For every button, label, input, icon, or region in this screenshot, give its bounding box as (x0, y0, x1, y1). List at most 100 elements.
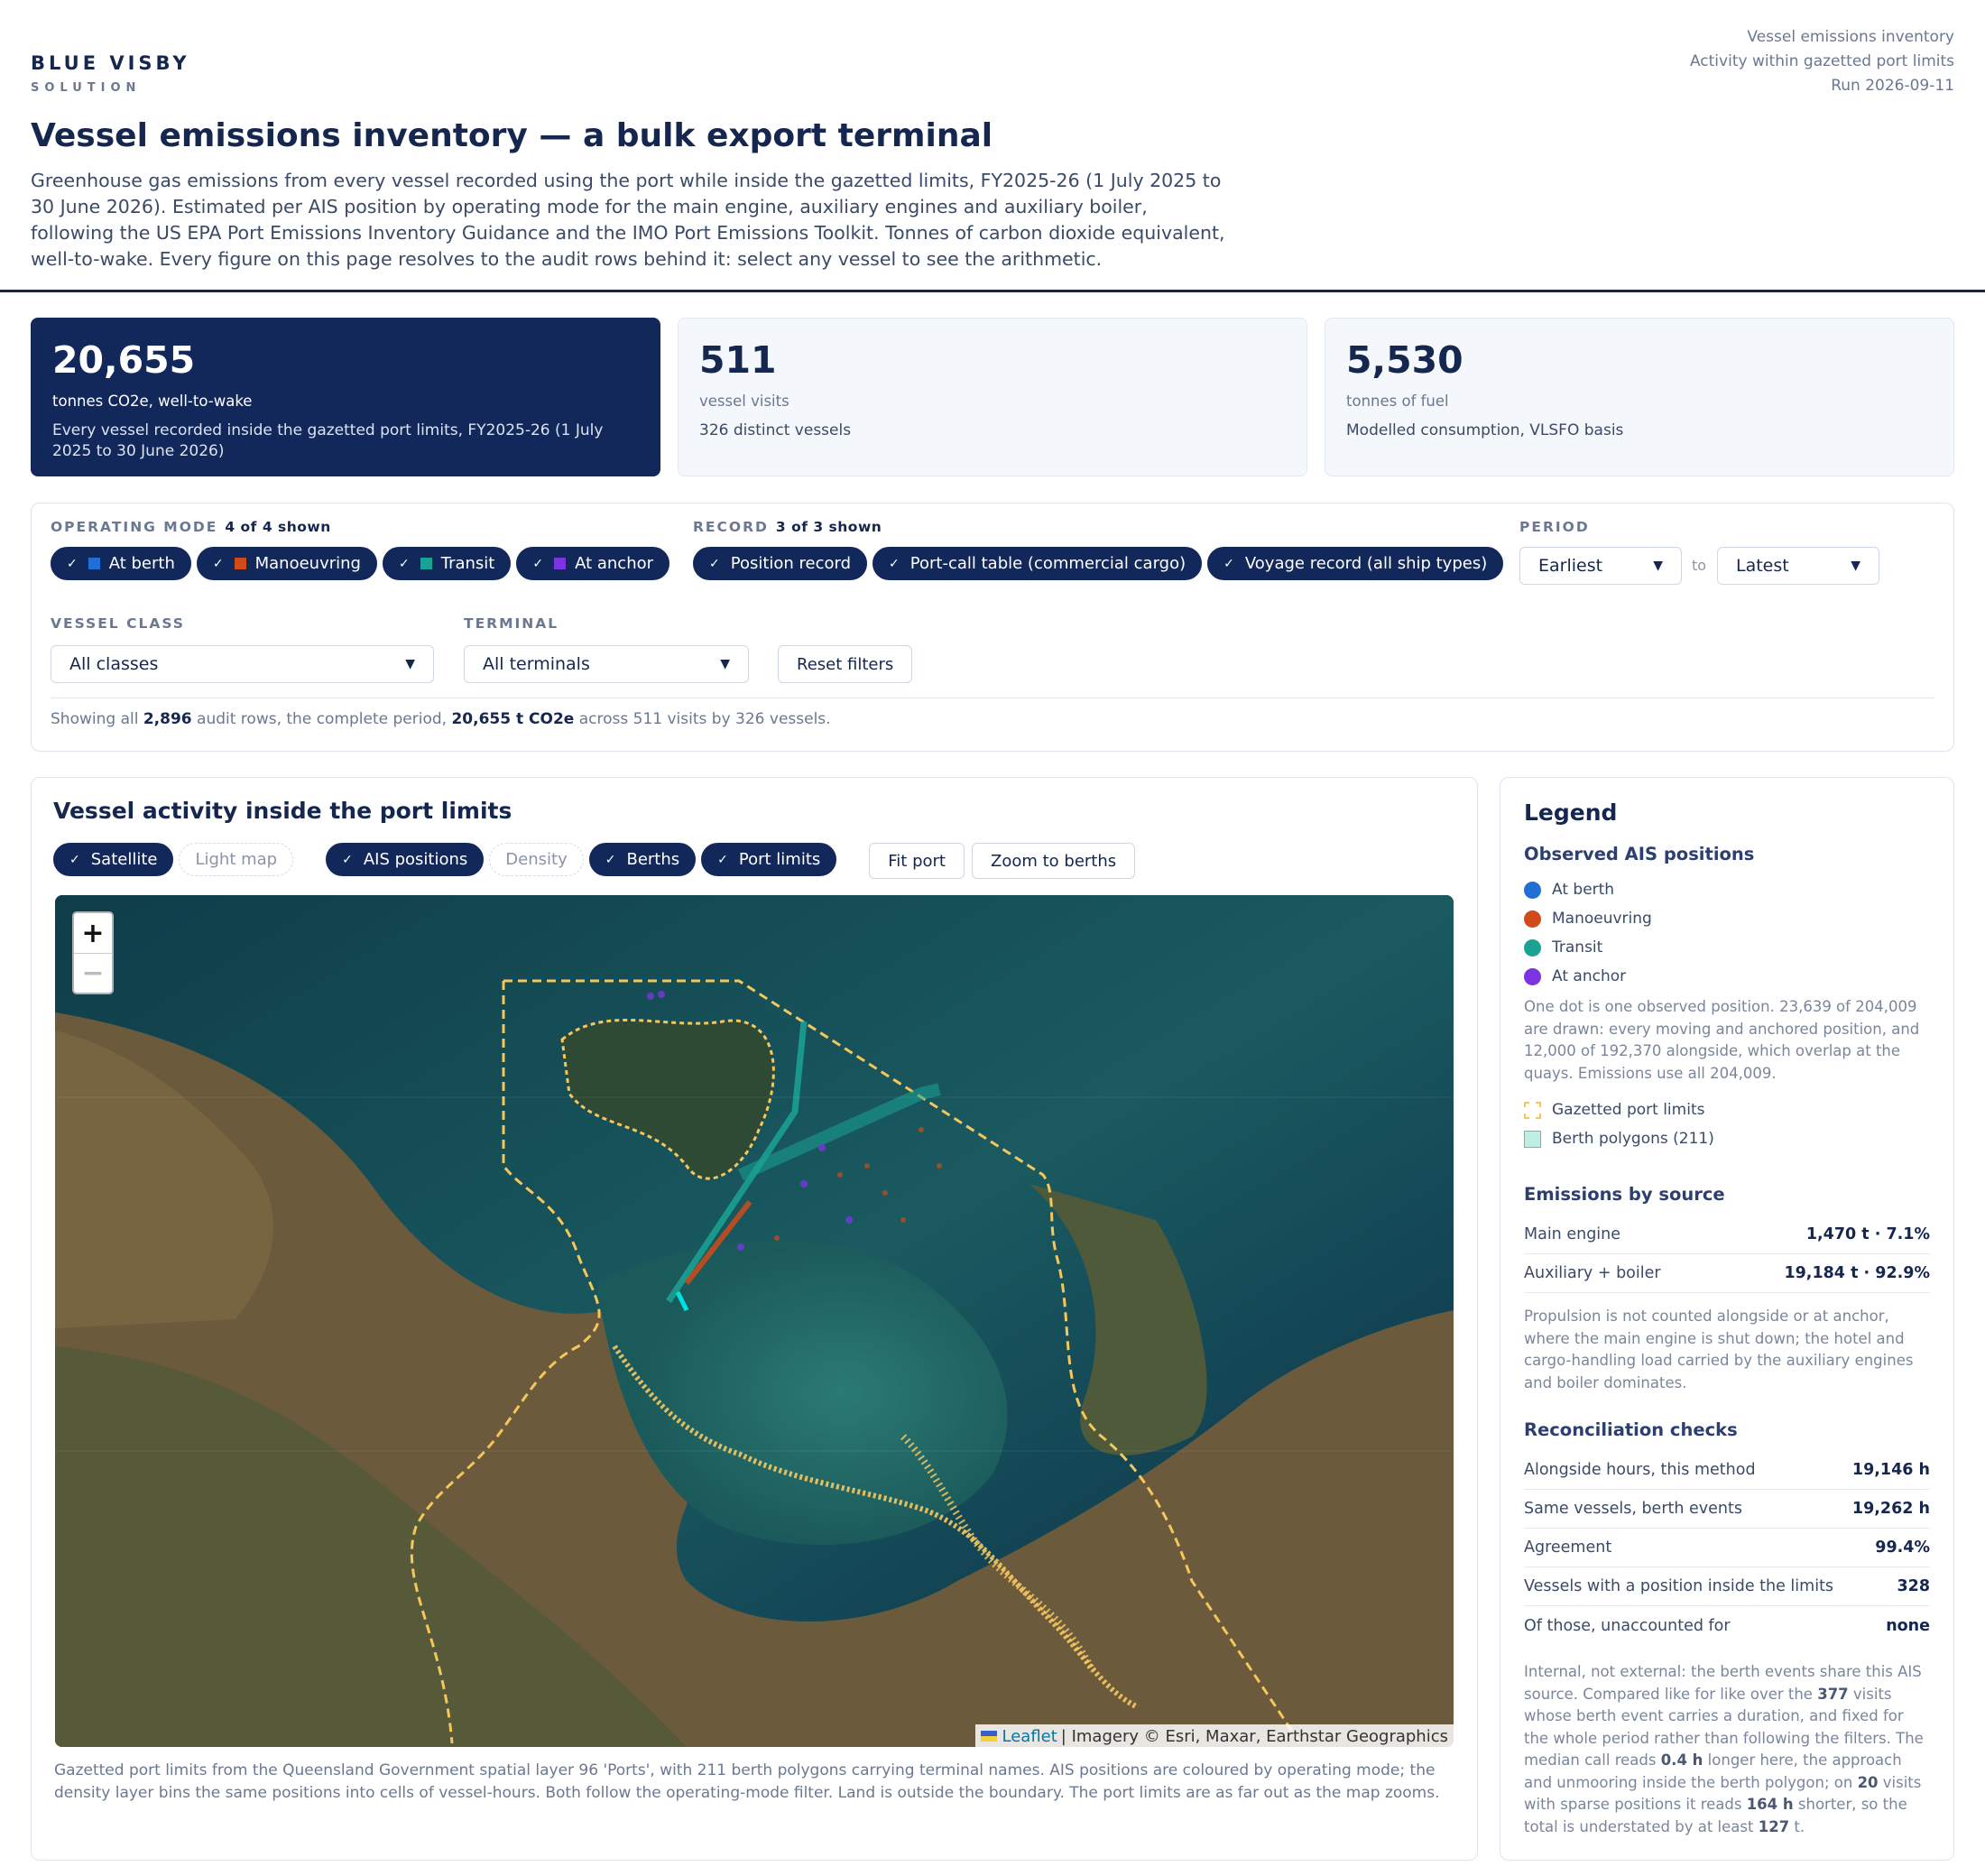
legend-item: At anchor (1524, 962, 1930, 991)
record-label: RECORD 3 of 3 shown (693, 519, 882, 535)
recon-row: Agreement 99.4% (1524, 1529, 1930, 1567)
legend-title: Legend (1524, 799, 1618, 826)
dashed-square-icon (1524, 1101, 1541, 1119)
page-description: Greenhouse gas emissions from every vess… (31, 170, 1225, 270)
vessel-class-select[interactable]: All classes ▼ (51, 645, 434, 683)
kpi-sub: 326 distinct vessels (699, 421, 852, 439)
swatch-icon (88, 558, 100, 569)
toggle-satellite[interactable]: ✓ Satellite (53, 843, 174, 876)
recon-note: Internal, not external: the berth events… (1524, 1663, 1924, 1835)
check-icon: ✓ (605, 852, 616, 867)
fit-port-button[interactable]: Fit port (869, 843, 965, 879)
record-chips: ✓ Position record ✓ Port-call table (comme… (693, 547, 1509, 580)
filled-square-icon (1524, 1130, 1541, 1148)
chevron-down-icon: ▼ (1653, 559, 1663, 573)
terminal-select[interactable]: All terminals ▼ (464, 645, 749, 683)
kpi-unit: tonnes of fuel (1346, 393, 1449, 410)
vessel-class-label: VESSEL CLASS (51, 615, 185, 632)
check-icon: ✓ (212, 556, 224, 571)
check-icon: ✓ (889, 556, 900, 571)
kpi-unit: vessel visits (699, 393, 789, 410)
kpi-sub: Modelled consumption, VLSFO basis (1346, 421, 1624, 439)
chevron-down-icon: ▼ (720, 657, 730, 671)
recon-title: Reconciliation checks (1524, 1419, 1738, 1440)
legend-item: Transit (1524, 933, 1930, 962)
operating-mode-label: OPERATING MODE 4 of 4 shown (51, 519, 331, 535)
observed-title: Observed AIS positions (1524, 844, 1755, 864)
legend-item-limits: Gazetted port limits (1524, 1095, 1930, 1124)
dot-icon (1524, 910, 1541, 928)
chip-position-record[interactable]: ✓ Position record (693, 547, 868, 580)
operating-mode-chips: ✓ At berth ✓ Manoeuvring ✓ Transit ✓ At anch… (51, 547, 675, 580)
recon-row: Same vessels, berth events 19,262 h (1524, 1490, 1930, 1529)
run-meta: Vessel emissions inventory Activity with… (1690, 25, 1954, 98)
dot-icon (1524, 881, 1541, 899)
zoom-out-button[interactable]: − (74, 953, 112, 993)
check-icon: ✓ (398, 556, 410, 571)
chip-voyage-record[interactable]: ✓ Voyage record (all ship types) (1207, 547, 1504, 580)
check-icon: ✓ (342, 852, 353, 867)
kpi-card-fuel: 5,530 tonnes of fuel Modelled consumptio… (1325, 318, 1954, 476)
legend-item-berths: Berth polygons (211) (1524, 1124, 1930, 1153)
source-row: Main engine 1,470 t · 7.1% (1524, 1215, 1930, 1254)
map-viewport[interactable] (55, 895, 1454, 1747)
toggle-ais-positions[interactable]: ✓ AIS positions (326, 843, 485, 876)
check-icon: ✓ (717, 852, 728, 867)
check-icon: ✓ (709, 556, 720, 571)
zoom-to-berths-button[interactable]: Zoom to berths (972, 843, 1136, 879)
kpi-value: 20,655 (52, 338, 196, 382)
legend-item: At berth (1524, 875, 1930, 904)
by-source-note: Propulsion is not counted alongside or a… (1524, 1308, 1914, 1391)
meta-line: Run 2026-09-11 (1831, 77, 1954, 95)
chip-at-berth[interactable]: ✓ At berth (51, 547, 191, 580)
chip-at-anchor[interactable]: ✓ At anchor (516, 547, 670, 580)
terminal-label: TERMINAL (464, 615, 559, 632)
filter-summary: Showing all 2,896 audit rows, the comple… (51, 710, 831, 728)
satellite-map (55, 895, 1454, 1747)
period-to-label: to (1692, 557, 1707, 574)
recon-row: Of those, unaccounted for none (1524, 1616, 1930, 1635)
check-icon: ✓ (1223, 556, 1234, 571)
recon-row: Vessels with a position inside the limit… (1524, 1567, 1930, 1606)
kpi-value: 511 (699, 338, 777, 382)
check-icon: ✓ (67, 556, 78, 571)
legend-panel: Legend Observed AIS positions At berth M… (1500, 777, 1954, 1861)
period-from-select[interactable]: Earliest ▼ (1519, 547, 1682, 585)
recon-row: Alongside hours, this method 19,146 h (1524, 1451, 1930, 1490)
page-title: Vessel emissions inventory — a bulk expo… (31, 117, 993, 154)
period-to-select[interactable]: Latest ▼ (1717, 547, 1879, 585)
source-row: Auxiliary + boiler 19,184 t · 92.9% (1524, 1254, 1930, 1293)
header-rule (0, 290, 1985, 292)
swatch-icon (420, 558, 432, 569)
map-toggles: ✓ Satellite Light map ✓ AIS positions Dens… (53, 843, 1136, 879)
ukraine-flag-icon (980, 1731, 997, 1742)
operating-mode-count: 4 of 4 shown (225, 519, 331, 535)
observed-note: One dot is one observed position. 23,639… (1524, 998, 1920, 1082)
reset-filters-button[interactable]: Reset filters (778, 645, 913, 683)
brand-subtitle: SOLUTION (31, 81, 142, 95)
by-source-title: Emissions by source (1524, 1184, 1725, 1205)
zoom-in-button[interactable]: + (74, 913, 112, 953)
kpi-sub: Every vessel recorded inside the gazette… (52, 421, 604, 460)
chip-manoeuvring[interactable]: ✓ Manoeuvring (196, 547, 377, 580)
kpi-card-visits: 511 vessel visits 326 distinct vessels (678, 318, 1307, 476)
record-count: 3 of 3 shown (775, 519, 882, 535)
map-caption: Gazetted port limits from the Queensland… (54, 1761, 1440, 1802)
toggle-light-map[interactable]: Light map (179, 843, 294, 876)
chip-transit[interactable]: ✓ Transit (382, 547, 512, 580)
toggle-density[interactable]: Density (489, 843, 584, 876)
toggle-berths[interactable]: ✓ Berths (588, 843, 697, 876)
check-icon: ✓ (532, 556, 544, 571)
chip-port-call-table[interactable]: ✓ Port-call table (commercial cargo) (872, 547, 1203, 580)
kpi-card-emissions: 20,655 tonnes CO2e, well-to-wake Every v… (31, 318, 660, 476)
check-icon: ✓ (69, 852, 80, 867)
meta-line: Vessel emissions inventory (1747, 28, 1954, 46)
swatch-icon (234, 558, 246, 569)
dot-icon (1524, 938, 1541, 956)
chevron-down-icon: ▼ (405, 657, 415, 671)
leaflet-link[interactable]: Leaflet (1002, 1727, 1057, 1746)
map-attribution: Leaflet | Imagery © Esri, Maxar, Earthsta… (974, 1724, 1454, 1748)
map-title: Vessel activity inside the port limits (53, 798, 512, 824)
zoom-control: + − (72, 911, 114, 994)
toggle-port-limits[interactable]: ✓ Port limits (701, 843, 837, 876)
